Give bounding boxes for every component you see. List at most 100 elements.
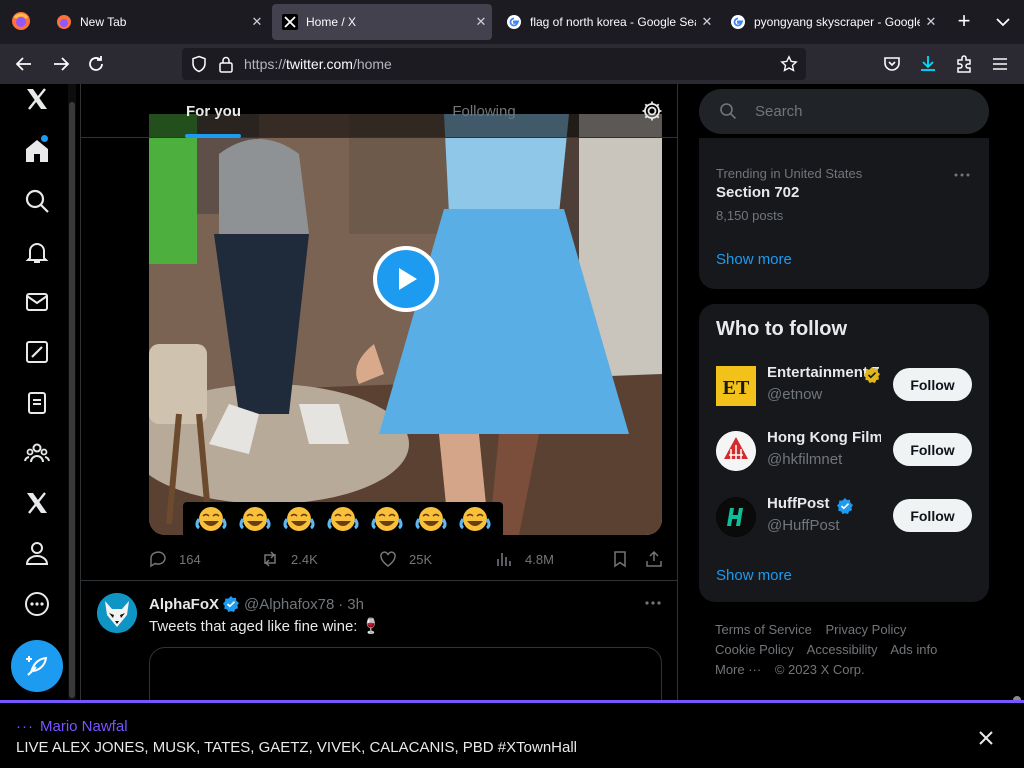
notification-dot bbox=[41, 135, 48, 142]
more-link[interactable]: More ··· bbox=[715, 662, 761, 677]
retweet-button[interactable]: 2.4K bbox=[261, 546, 318, 572]
hamburger-menu-icon[interactable] bbox=[990, 54, 1010, 74]
cookie-link[interactable]: Cookie Policy bbox=[715, 642, 794, 657]
avatar[interactable] bbox=[97, 593, 137, 633]
more-circle-icon[interactable] bbox=[22, 589, 52, 619]
bookmark-star-icon[interactable] bbox=[780, 55, 798, 73]
avatar[interactable] bbox=[716, 497, 756, 537]
close-tab-icon[interactable]: ✕ bbox=[246, 14, 268, 30]
tab-google-search-2[interactable]: pyongyang skyscraper - Google Search ✕ bbox=[720, 4, 942, 40]
trend-title[interactable]: Section 702 bbox=[716, 184, 799, 201]
author-handle[interactable]: @Alphafox78 bbox=[244, 596, 334, 613]
follow-suggestion[interactable]: HuffPost @HuffPost Follow bbox=[699, 489, 989, 545]
mail-icon[interactable] bbox=[22, 287, 52, 317]
url-scheme: https:// bbox=[244, 56, 287, 72]
avatar[interactable] bbox=[716, 431, 756, 471]
tab-label: New Tab bbox=[80, 15, 127, 29]
accessibility-link[interactable]: Accessibility bbox=[807, 642, 878, 657]
grok-icon[interactable] bbox=[22, 337, 52, 367]
follow-button[interactable]: Follow bbox=[893, 499, 972, 532]
tab-google-search-1[interactable]: flag of north korea - Google Search ✕ bbox=[496, 4, 718, 40]
forward-arrow-icon[interactable] bbox=[51, 54, 71, 74]
back-arrow-icon[interactable] bbox=[14, 54, 34, 74]
account-handle: @HuffPost bbox=[767, 517, 840, 534]
bookmark-button[interactable] bbox=[611, 546, 641, 572]
scrollbar-thumb[interactable] bbox=[69, 102, 75, 698]
space-host-name: Mario Nawfal bbox=[40, 718, 128, 735]
compose-post-button[interactable] bbox=[11, 640, 63, 692]
heart-icon bbox=[380, 551, 396, 567]
footer-links: Terms of Service Privacy Policy Cookie P… bbox=[715, 620, 985, 680]
browser-nav-bar: https://twitter.com/home bbox=[0, 44, 1024, 84]
play-button[interactable] bbox=[373, 246, 439, 312]
live-space-bar[interactable]: ··· Mario Nawfal LIVE ALEX JONES, MUSK, … bbox=[0, 700, 1024, 768]
close-tab-icon[interactable]: ✕ bbox=[920, 14, 942, 30]
tweet-media[interactable] bbox=[149, 647, 662, 700]
shield-icon[interactable] bbox=[190, 55, 208, 73]
more-options-icon[interactable] bbox=[953, 168, 971, 180]
left-scrollbar[interactable] bbox=[68, 84, 76, 700]
lists-icon[interactable] bbox=[22, 388, 52, 418]
who-to-follow-card: Who to follow ET Entertainment Tonight @… bbox=[699, 304, 989, 602]
reply-button[interactable]: 164 bbox=[149, 546, 201, 572]
reload-icon[interactable] bbox=[86, 54, 106, 74]
tab-new-tab[interactable]: New Tab ✕ bbox=[46, 4, 268, 40]
hk-film-logo-icon bbox=[716, 431, 756, 471]
tab-for-you[interactable]: For you bbox=[81, 84, 346, 138]
pocket-icon[interactable] bbox=[882, 54, 902, 74]
tweet-actions: 164 2.4K 25K 4.8M bbox=[149, 546, 662, 572]
communities-icon[interactable] bbox=[22, 438, 52, 468]
account-name[interactable]: HuffPost bbox=[767, 495, 837, 512]
more-options-icon[interactable] bbox=[643, 595, 663, 611]
like-button[interactable]: 25K bbox=[379, 546, 432, 572]
avatar[interactable]: ET bbox=[716, 366, 756, 406]
follow-button[interactable]: Follow bbox=[893, 368, 972, 401]
account-name[interactable]: Hong Kong Film bbox=[767, 429, 881, 446]
profile-icon[interactable] bbox=[22, 538, 52, 568]
tweet-time[interactable]: 3h bbox=[347, 596, 364, 613]
tweet-video[interactable] bbox=[149, 114, 662, 535]
laughing-emoji-icon bbox=[371, 507, 403, 531]
ads-info-link[interactable]: Ads info bbox=[890, 642, 937, 657]
close-icon[interactable] bbox=[976, 728, 996, 748]
share-icon bbox=[646, 550, 662, 567]
url-bar[interactable]: https://twitter.com/home bbox=[182, 48, 806, 80]
tab-following[interactable]: Following bbox=[346, 84, 622, 138]
x-logo-icon bbox=[282, 14, 298, 30]
follow-suggestion[interactable]: ET Entertainment Tonight @etnow Follow bbox=[699, 358, 989, 414]
view-count: 4.8M bbox=[525, 551, 554, 567]
lock-icon[interactable] bbox=[218, 55, 234, 73]
bell-icon[interactable] bbox=[22, 237, 52, 267]
space-title: LIVE ALEX JONES, MUSK, TATES, GAETZ, VIV… bbox=[16, 739, 578, 756]
chevron-down-icon[interactable] bbox=[992, 12, 1014, 32]
laughing-emoji-icon bbox=[195, 507, 227, 531]
new-tab-icon[interactable]: + bbox=[952, 10, 976, 34]
author-name[interactable]: AlphaFoX bbox=[149, 596, 219, 613]
views-button[interactable]: 4.8M bbox=[495, 546, 554, 572]
url-text[interactable]: https://twitter.com/home bbox=[244, 56, 392, 72]
page-scrollbar[interactable] bbox=[1010, 84, 1024, 720]
terms-link[interactable]: Terms of Service bbox=[715, 622, 812, 637]
close-tab-icon[interactable]: ✕ bbox=[696, 14, 718, 30]
search-icon[interactable] bbox=[22, 186, 52, 216]
extensions-icon[interactable] bbox=[954, 54, 974, 74]
share-button[interactable] bbox=[645, 546, 675, 572]
google-icon bbox=[507, 15, 521, 29]
search-input[interactable]: Search bbox=[699, 89, 989, 134]
gear-icon[interactable] bbox=[641, 100, 663, 122]
follow-suggestion[interactable]: Hong Kong Film @hkfilmnet Follow bbox=[699, 423, 989, 479]
trend-context: Trending in United States bbox=[716, 166, 863, 181]
close-tab-icon[interactable]: ✕ bbox=[470, 14, 492, 30]
downloads-icon[interactable] bbox=[918, 54, 938, 74]
show-more-trends-link[interactable]: Show more bbox=[716, 251, 792, 268]
x-logo-icon[interactable] bbox=[22, 84, 52, 114]
space-host[interactable]: ··· Mario Nawfal bbox=[16, 718, 128, 735]
tab-home-x[interactable]: Home / X ✕ bbox=[272, 4, 492, 40]
privacy-link[interactable]: Privacy Policy bbox=[825, 622, 906, 637]
follow-button[interactable]: Follow bbox=[893, 433, 972, 466]
x-premium-icon[interactable] bbox=[22, 488, 52, 518]
tweet[interactable]: AlphaFoX @Alphafox78 · 3h Tweets that ag… bbox=[81, 581, 677, 700]
home-icon[interactable] bbox=[22, 136, 52, 166]
show-more-follows-link[interactable]: Show more bbox=[716, 567, 792, 584]
firefox-view-icon[interactable] bbox=[10, 10, 32, 32]
